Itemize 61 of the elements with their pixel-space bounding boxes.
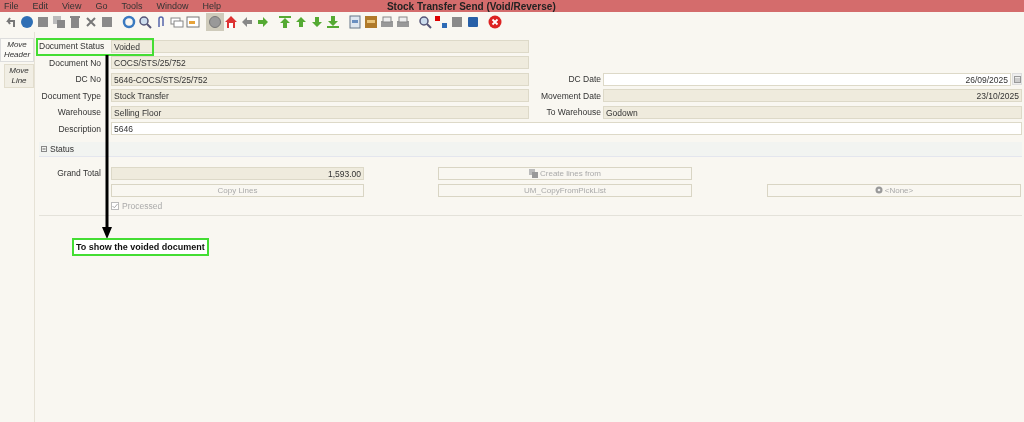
toolbar-icon[interactable] [348,15,362,29]
toolbar-icon[interactable] [434,15,448,29]
menu-item[interactable]: Tools [121,1,143,11]
toolbar-icon[interactable] [84,15,98,29]
toolbar-icon[interactable] [100,15,114,29]
copy-icon [529,168,539,178]
toolbar-icon[interactable] [396,15,410,29]
toolbar-icon[interactable] [310,15,324,29]
menu-item[interactable]: Edit [32,1,49,11]
input-field[interactable]: Voided [111,39,529,53]
toolbar-icon[interactable] [418,15,432,29]
input-field[interactable]: 5646 [111,122,1022,135]
menu-item[interactable]: Go [95,1,108,11]
toolbar-icon[interactable] [466,15,480,29]
section-title: Status [50,143,75,154]
toolbar-icon[interactable] [240,15,254,29]
field-label: DC Date [567,74,601,84]
field-label: Document No [48,57,101,68]
input-field[interactable]: 5646-COCS/STS/25/752 [111,72,529,86]
toolbar-icon[interactable] [256,15,270,29]
field-label: Document Type [40,90,101,101]
date-field[interactable]: 23/10/2025 [603,89,1022,102]
checkbox-label: Processed [122,200,163,211]
annotation-callout: To show the voided document [72,238,209,256]
date-field[interactable]: 26/09/2025 [603,72,1011,86]
input-field[interactable]: Stock Transfer [111,89,529,102]
gear-icon [874,186,883,194]
search-icon[interactable] [138,15,152,29]
calendar-button[interactable] [1012,73,1022,85]
toolbar-icon[interactable] [278,15,292,29]
toolbar-icon[interactable] [68,15,82,29]
calendar-icon [1013,75,1021,83]
side-tab[interactable]: Move Header [0,38,34,62]
collapse-icon[interactable] [41,145,47,152]
menu-item[interactable]: File [4,1,19,11]
input-field[interactable]: Godown [603,105,1022,119]
field-label: Warehouse [56,107,101,117]
field-label: Movement Date [540,90,601,101]
input-field: 1,593.00 [111,166,364,180]
close-icon[interactable] [488,15,502,29]
toolbar-icon[interactable] [52,15,66,29]
field-label: To Warehouse [545,107,601,117]
toolbar-icon[interactable] [122,15,136,29]
input-field[interactable]: COCS/STS/25/752 [111,56,529,69]
menu-item[interactable]: Window [156,1,189,11]
toolbar-icon[interactable] [364,15,378,29]
menu-item[interactable]: View [62,1,82,11]
side-tab[interactable]: Move Line [4,64,34,88]
toolbar-icon[interactable] [4,15,18,29]
toolbar-icon[interactable] [36,15,50,29]
toolbar-icon[interactable] [224,15,238,29]
toolbar-icon[interactable] [326,15,340,29]
toolbar-icon[interactable] [294,15,308,29]
toolbar-icon[interactable] [450,15,464,29]
menu-item[interactable]: Help [202,1,221,11]
field-label: Grand Total [56,168,101,178]
window-title: Stock Transfer Send (Void/Reverse) [386,0,556,12]
input-field[interactable]: Selling Floor [111,105,529,119]
field-label: Description [57,123,101,134]
field-label: DC No [74,74,101,84]
toolbar-icon[interactable] [380,15,394,29]
